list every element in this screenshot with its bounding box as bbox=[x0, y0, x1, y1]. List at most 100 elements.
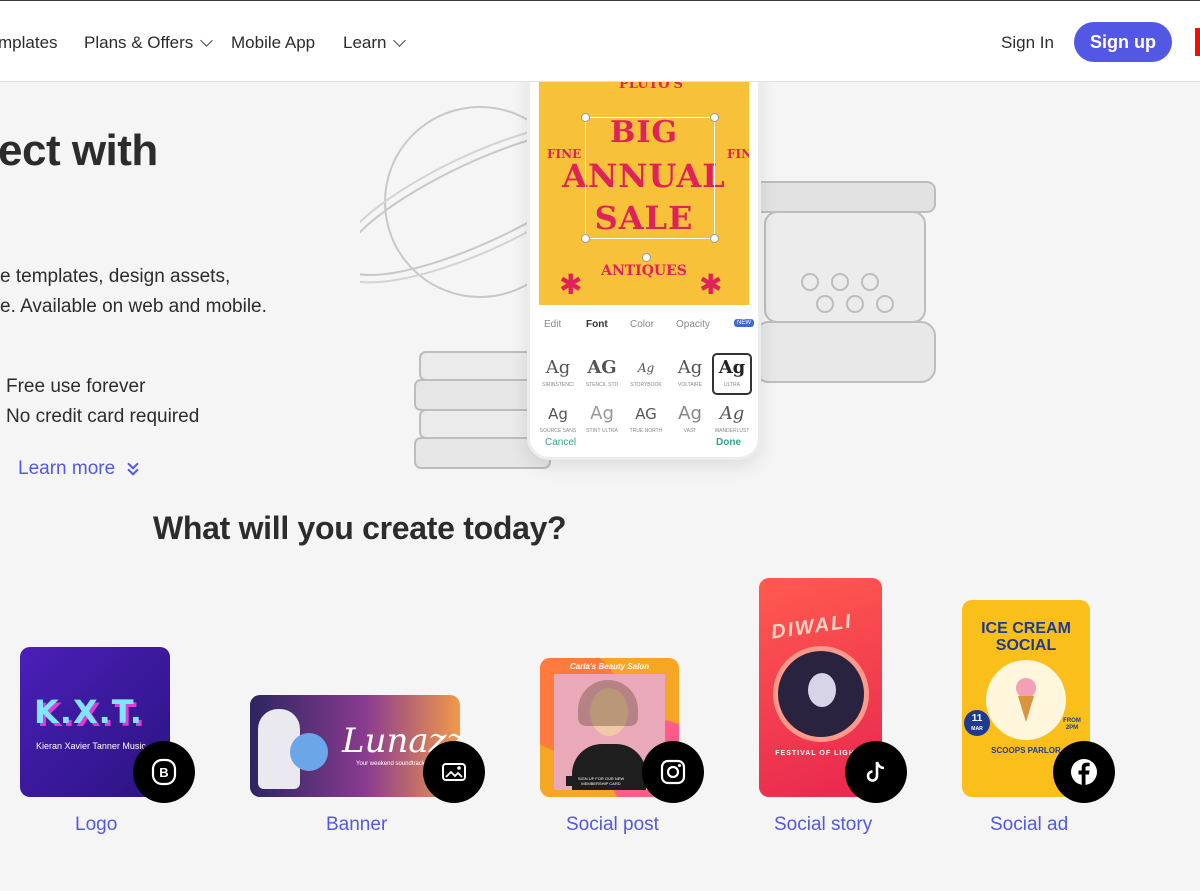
date-month: MAR bbox=[971, 726, 983, 732]
nav-item-label: Plans & Offers bbox=[84, 33, 194, 52]
date-badge: 11 MAR bbox=[964, 710, 990, 736]
svg-text:B: B bbox=[159, 765, 168, 780]
editor-tool-tabs: Edit Font Color Opacity NEW bbox=[530, 315, 758, 335]
feature-item: No credit card required bbox=[6, 406, 200, 427]
font-sample: Ag bbox=[548, 405, 568, 423]
nav-item-mobile-app[interactable]: Mobile App bbox=[231, 33, 315, 53]
create-card-social-post[interactable]: Carla's Beauty Salon SIGN UP FOR OUR NEW… bbox=[540, 658, 720, 848]
resize-handle[interactable] bbox=[710, 113, 719, 122]
cancel-button[interactable]: Cancel bbox=[545, 437, 576, 448]
instagram-icon bbox=[642, 741, 704, 803]
new-badge: NEW bbox=[734, 319, 754, 327]
social-story-art-text: DIWALI bbox=[769, 610, 855, 644]
chevron-down-icon bbox=[200, 34, 214, 47]
create-card-social-story[interactable]: DIWALI FESTIVAL OF LIGHTS Social story bbox=[759, 578, 919, 848]
resize-handle[interactable] bbox=[581, 234, 590, 243]
card-label: Social story bbox=[774, 814, 873, 835]
create-card-social-ad[interactable]: ICE CREAM SOCIAL 11 MAR FROM 2PM SCOOPS … bbox=[962, 600, 1122, 848]
font-option-selected[interactable]: Ag ULTRA bbox=[712, 353, 752, 395]
nav-item-learn[interactable]: Learn bbox=[343, 33, 407, 53]
tiktok-icon bbox=[845, 741, 907, 803]
font-sample: Ag bbox=[677, 357, 703, 378]
hero-description: e templates, design assets, e. Available… bbox=[0, 262, 267, 322]
font-name: SOURCE SANS bbox=[539, 428, 577, 434]
double-chevron-down-icon bbox=[127, 458, 141, 476]
font-name: TRUE NORTH bbox=[629, 428, 663, 434]
tab-font[interactable]: Font bbox=[586, 319, 608, 330]
font-name: VAST bbox=[683, 428, 697, 434]
card-label: Social post bbox=[566, 814, 659, 835]
font-option[interactable]: Ag VOLTAIRE bbox=[670, 355, 710, 397]
font-sample: AG bbox=[587, 357, 617, 378]
font-option[interactable]: Ag STORYBOOK bbox=[626, 355, 666, 397]
top-navigation: mplates Plans & Offers Mobile App Learn … bbox=[0, 0, 1200, 82]
create-card-logo[interactable]: K.X.T. Kieran Xavier Tanner Music B Logo bbox=[20, 647, 200, 847]
hero-description-line: e. Available on web and mobile. bbox=[0, 296, 267, 317]
chevron-down-icon bbox=[393, 34, 407, 47]
tab-edit[interactable]: Edit bbox=[544, 319, 561, 330]
tab-opacity[interactable]: Opacity bbox=[676, 319, 710, 330]
card-label: Logo bbox=[75, 814, 118, 835]
social-ad-art-text: ICE CREAM SOCIAL bbox=[981, 620, 1071, 654]
font-option[interactable]: Ag STINT ULTRA bbox=[582, 401, 622, 443]
create-section-title: What will you create today? bbox=[153, 510, 567, 546]
facebook-icon bbox=[1053, 741, 1115, 803]
font-sample: Ag bbox=[590, 403, 614, 424]
font-option[interactable]: AG STENCIL STD bbox=[582, 355, 622, 397]
social-post-art-text: Carla's Beauty Salon bbox=[569, 662, 650, 671]
font-sample: Ag bbox=[718, 357, 746, 378]
date-day: 11 bbox=[971, 713, 983, 724]
poster-top-text: PLUTO'S bbox=[619, 82, 683, 92]
phone-editor-mockup: PLUTO'S BIG ANNUAL SALE FINE FINE ANTIQU… bbox=[527, 82, 761, 460]
ice-cream-image bbox=[986, 660, 1066, 740]
lantern-image bbox=[773, 646, 869, 742]
planet-image bbox=[290, 733, 328, 771]
asterisk-icon: ✱ bbox=[699, 269, 723, 300]
font-sample: Ag bbox=[719, 403, 745, 424]
card-label: Banner bbox=[326, 814, 388, 835]
hero-section: ect with e templates, design assets, e. … bbox=[0, 82, 1200, 490]
hero-title: ect with bbox=[0, 126, 158, 175]
resize-handle[interactable] bbox=[581, 113, 590, 122]
poster-side-text: FINE bbox=[727, 147, 749, 161]
tab-color[interactable]: Color bbox=[630, 319, 654, 330]
font-option[interactable]: AG TRUE NORTH bbox=[626, 401, 666, 443]
font-option[interactable]: Ag VAST bbox=[670, 401, 710, 443]
learn-more-link[interactable]: Learn more bbox=[18, 458, 141, 480]
poster-side-text: FINE bbox=[547, 147, 582, 161]
poster-canvas[interactable]: PLUTO'S BIG ANNUAL SALE FINE FINE ANTIQU… bbox=[539, 82, 749, 305]
adobe-logo-icon[interactable] bbox=[1195, 28, 1200, 56]
font-name: SIRINSTENCI bbox=[542, 382, 574, 388]
feature-item: Free use forever bbox=[6, 376, 146, 397]
font-name: ULTRA bbox=[723, 382, 741, 388]
hero-description-line: e templates, design assets, bbox=[0, 266, 231, 287]
logo-art-text: K.X.T. bbox=[34, 693, 143, 731]
card-label: Social ad bbox=[990, 814, 1069, 835]
create-card-banner[interactable]: Lunazz Your weekend soundtrack Banner bbox=[250, 695, 490, 845]
nav-item-plans-offers[interactable]: Plans & Offers bbox=[84, 33, 214, 53]
nav-item-label: mplates bbox=[0, 33, 58, 52]
font-sample: Ag bbox=[678, 403, 702, 424]
logo-b-icon: B bbox=[133, 741, 195, 803]
learn-more-label: Learn more bbox=[18, 458, 116, 479]
nav-item-label: Learn bbox=[343, 33, 387, 52]
resize-handle[interactable] bbox=[710, 234, 719, 243]
font-sample: AG bbox=[635, 405, 657, 423]
social-ad-time: FROM 2PM bbox=[1063, 718, 1081, 731]
banner-image-icon bbox=[423, 741, 485, 803]
social-post-art-subtext: SIGN UP FOR OUR NEW MEMBERSHIP CARD bbox=[566, 776, 636, 786]
font-name: VOLTAIRE bbox=[678, 382, 702, 388]
asterisk-icon: ✱ bbox=[559, 269, 583, 300]
feature-list: Free use forever No credit card required bbox=[6, 372, 199, 432]
sign-up-button[interactable]: Sign up bbox=[1074, 22, 1172, 62]
selection-box[interactable] bbox=[581, 113, 719, 262]
font-option[interactable]: Ag SIRINSTENCI bbox=[538, 355, 578, 397]
rotate-handle-icon[interactable] bbox=[642, 253, 651, 262]
sign-in-link[interactable]: Sign In bbox=[1001, 33, 1054, 53]
font-name: STORYBOOK bbox=[630, 382, 662, 388]
font-picker: Ag SIRINSTENCI AG STENCIL STD Ag STORYBO… bbox=[538, 353, 753, 445]
font-sample: Ag bbox=[545, 357, 571, 378]
nav-item-templates[interactable]: mplates bbox=[0, 33, 58, 53]
font-name: WANDERLUST bbox=[714, 428, 750, 434]
done-button[interactable]: Done bbox=[716, 437, 741, 448]
